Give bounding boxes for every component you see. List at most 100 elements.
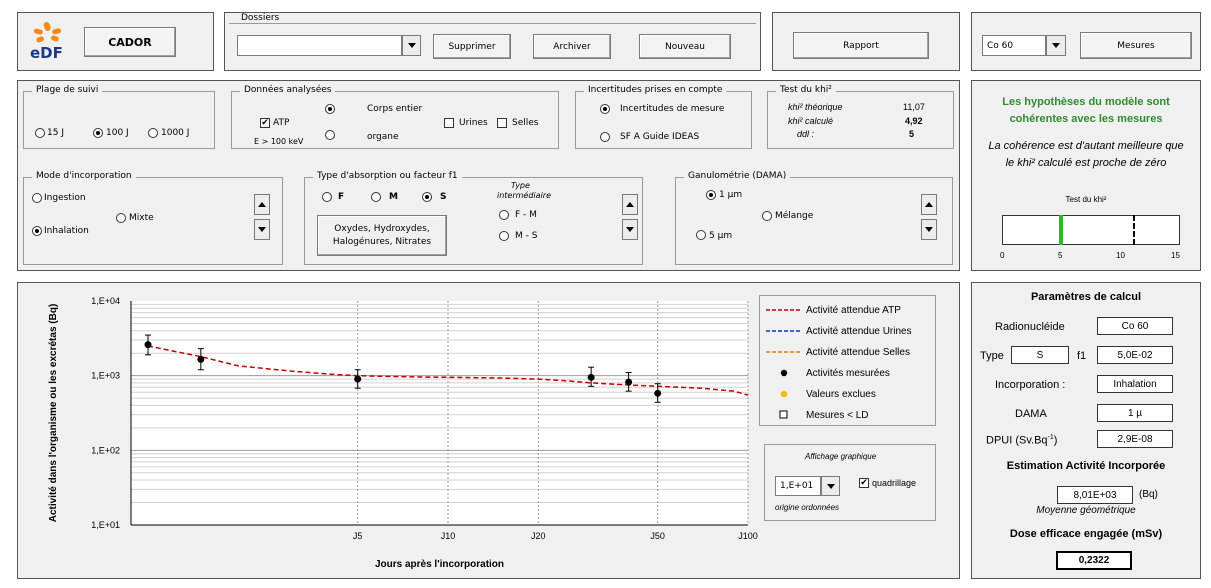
- incertitudes-mesure-radio[interactable]: [600, 104, 610, 114]
- new-button[interactable]: Nouveau: [639, 34, 731, 59]
- granulo-down-button[interactable]: [921, 219, 937, 240]
- incertitudes-mesure-label: Incertitudes de mesure: [620, 104, 725, 114]
- absorption-s-label: S: [440, 192, 447, 202]
- chevron-down-icon: [407, 43, 416, 48]
- hypothesis-line-2: cohérentes avec les mesures: [1009, 113, 1163, 125]
- dose-title: Dose efficace engagée (mSv): [1009, 528, 1163, 540]
- granulo-up-button[interactable]: [921, 194, 937, 215]
- sf-ideas-radio[interactable]: [600, 132, 610, 142]
- intermediate-title-2: intermédiaire: [497, 191, 551, 200]
- absorption-frame: Type d'absorption ou facteur f1 F M S Ty…: [304, 171, 643, 265]
- f1-label: f1: [1077, 350, 1087, 362]
- arrow-up-icon: [258, 202, 266, 207]
- mixte-label: Mixte: [129, 213, 154, 223]
- dossier-select[interactable]: [237, 35, 402, 56]
- edf-logo-icon: eDF: [30, 20, 70, 64]
- dossiers-panel: Dossiers Supprimer Archiver Nouveau: [224, 12, 761, 71]
- absorption-f-radio[interactable]: [322, 192, 332, 202]
- inhalation-label: Inhalation: [44, 226, 89, 236]
- selles-checkbox[interactable]: [497, 118, 507, 128]
- compounds-line-1: Oxydes, Hydroxydes,: [334, 223, 430, 234]
- dpui-label-text: DPUI (Sv.Bq: [986, 434, 1048, 447]
- khi-gauge: [1002, 215, 1180, 245]
- ingestion-label: Ingestion: [44, 193, 86, 203]
- display-options-box: Affichage graphique 1,E+01 ✔ quadrillage…: [764, 444, 936, 521]
- absorption-down-button[interactable]: [622, 219, 638, 240]
- mixte-radio[interactable]: [116, 213, 126, 223]
- incorporation-value: Inhalation: [1097, 375, 1173, 393]
- measured-point: [587, 373, 595, 381]
- dama-value: 1 µ: [1097, 404, 1173, 422]
- um5-radio[interactable]: [696, 230, 706, 240]
- khi-frame: Test du khi² khi² théorique 11,07 khi² c…: [767, 85, 954, 149]
- organe-radio[interactable]: [325, 130, 335, 140]
- measures-button[interactable]: Mesures: [1080, 32, 1192, 59]
- um5-label: 5 µm: [709, 231, 733, 241]
- absorption-f-label: F: [338, 192, 345, 202]
- coherence-note-1: La cohérence est d'autant meilleure que: [988, 140, 1184, 152]
- atp-label: ATP: [273, 118, 290, 128]
- atp-checkbox[interactable]: ✔: [260, 118, 270, 128]
- nuclide-select[interactable]: Co 60: [982, 35, 1046, 56]
- plage-100-radio[interactable]: [93, 128, 103, 138]
- delete-button[interactable]: Supprimer: [433, 34, 511, 59]
- plage-15-radio[interactable]: [35, 128, 45, 138]
- radionuclide-label: Radionucléide: [995, 321, 1065, 333]
- dossier-dropdown-button[interactable]: [402, 35, 421, 56]
- ddl-label: ddl :: [797, 129, 815, 139]
- y-origin-dropdown-button[interactable]: [821, 476, 840, 496]
- measured-point: [197, 355, 205, 363]
- archive-button[interactable]: Archiver: [533, 34, 611, 59]
- geometric-mean-label: Moyenne géométrique: [1036, 505, 1136, 516]
- absorption-ms-label: M - S: [515, 231, 538, 241]
- x-tick-label: J10: [441, 531, 456, 541]
- report-button[interactable]: Rapport: [793, 32, 929, 59]
- arrow-down-icon: [626, 227, 634, 232]
- compounds-box: Oxydes, Hydroxydes, Halogénures, Nitrate…: [317, 215, 447, 256]
- nuclide-panel: Co 60 Mesures: [971, 12, 1201, 71]
- estimation-title: Estimation Activité Incorporée: [1006, 460, 1166, 472]
- mode-down-button[interactable]: [254, 219, 270, 240]
- inhalation-radio[interactable]: [32, 226, 42, 236]
- absorption-m-radio[interactable]: [371, 192, 381, 202]
- absorption-title: Type d'absorption ou facteur f1: [313, 171, 462, 181]
- y-tick-label: 1,E+04: [91, 296, 120, 306]
- um1-label: 1 µm: [719, 190, 743, 200]
- dpui-label: DPUI (Sv.Bq-1): [986, 434, 1057, 447]
- arrow-up-icon: [626, 202, 634, 207]
- plage-1000-radio[interactable]: [148, 128, 158, 138]
- um1-radio[interactable]: [706, 190, 716, 200]
- x-tick-label: J100: [738, 531, 758, 541]
- gauge-tick-10: 10: [1116, 251, 1125, 260]
- y-tick-label: 1,E+03: [91, 371, 120, 381]
- grid-label: quadrillage: [872, 478, 917, 488]
- melange-radio[interactable]: [762, 211, 772, 221]
- absorption-fm-radio[interactable]: [499, 210, 509, 220]
- khi-theorique-value: 11,07: [903, 102, 925, 112]
- intermediate-title-1: Type: [511, 181, 530, 190]
- absorption-ms-radio[interactable]: [499, 231, 509, 241]
- absorption-up-button[interactable]: [622, 194, 638, 215]
- params-panel: Paramètres de calcul Radionucléide Co 60…: [971, 282, 1201, 579]
- plage-15-label: 15 J: [47, 128, 64, 138]
- ingestion-radio[interactable]: [32, 193, 42, 203]
- melange-label: Mélange: [775, 211, 814, 221]
- absorption-s-radio[interactable]: [422, 192, 432, 202]
- x-tick-label: J20: [531, 531, 546, 541]
- organe-label: organe: [367, 132, 399, 142]
- mode-up-button[interactable]: [254, 194, 270, 215]
- arrow-up-icon: [925, 202, 933, 207]
- y-tick-label: 1,E+02: [91, 445, 120, 455]
- cador-button[interactable]: CADOR: [84, 27, 176, 57]
- donnees-title: Données analysées: [240, 85, 336, 95]
- corps-entier-radio[interactable]: [325, 104, 335, 114]
- nuclide-dropdown-button[interactable]: [1046, 35, 1066, 56]
- grid-checkbox[interactable]: ✔: [859, 478, 869, 488]
- dpui-value: 2,9E-08: [1097, 430, 1173, 448]
- y-origin-select[interactable]: 1,E+01: [775, 476, 821, 496]
- chart-legend: [759, 295, 936, 426]
- app-header-panel: eDF CADOR: [17, 12, 214, 71]
- plage-1000-label: 1000 J: [161, 128, 190, 138]
- measured-point: [625, 378, 633, 386]
- urines-checkbox[interactable]: [444, 118, 454, 128]
